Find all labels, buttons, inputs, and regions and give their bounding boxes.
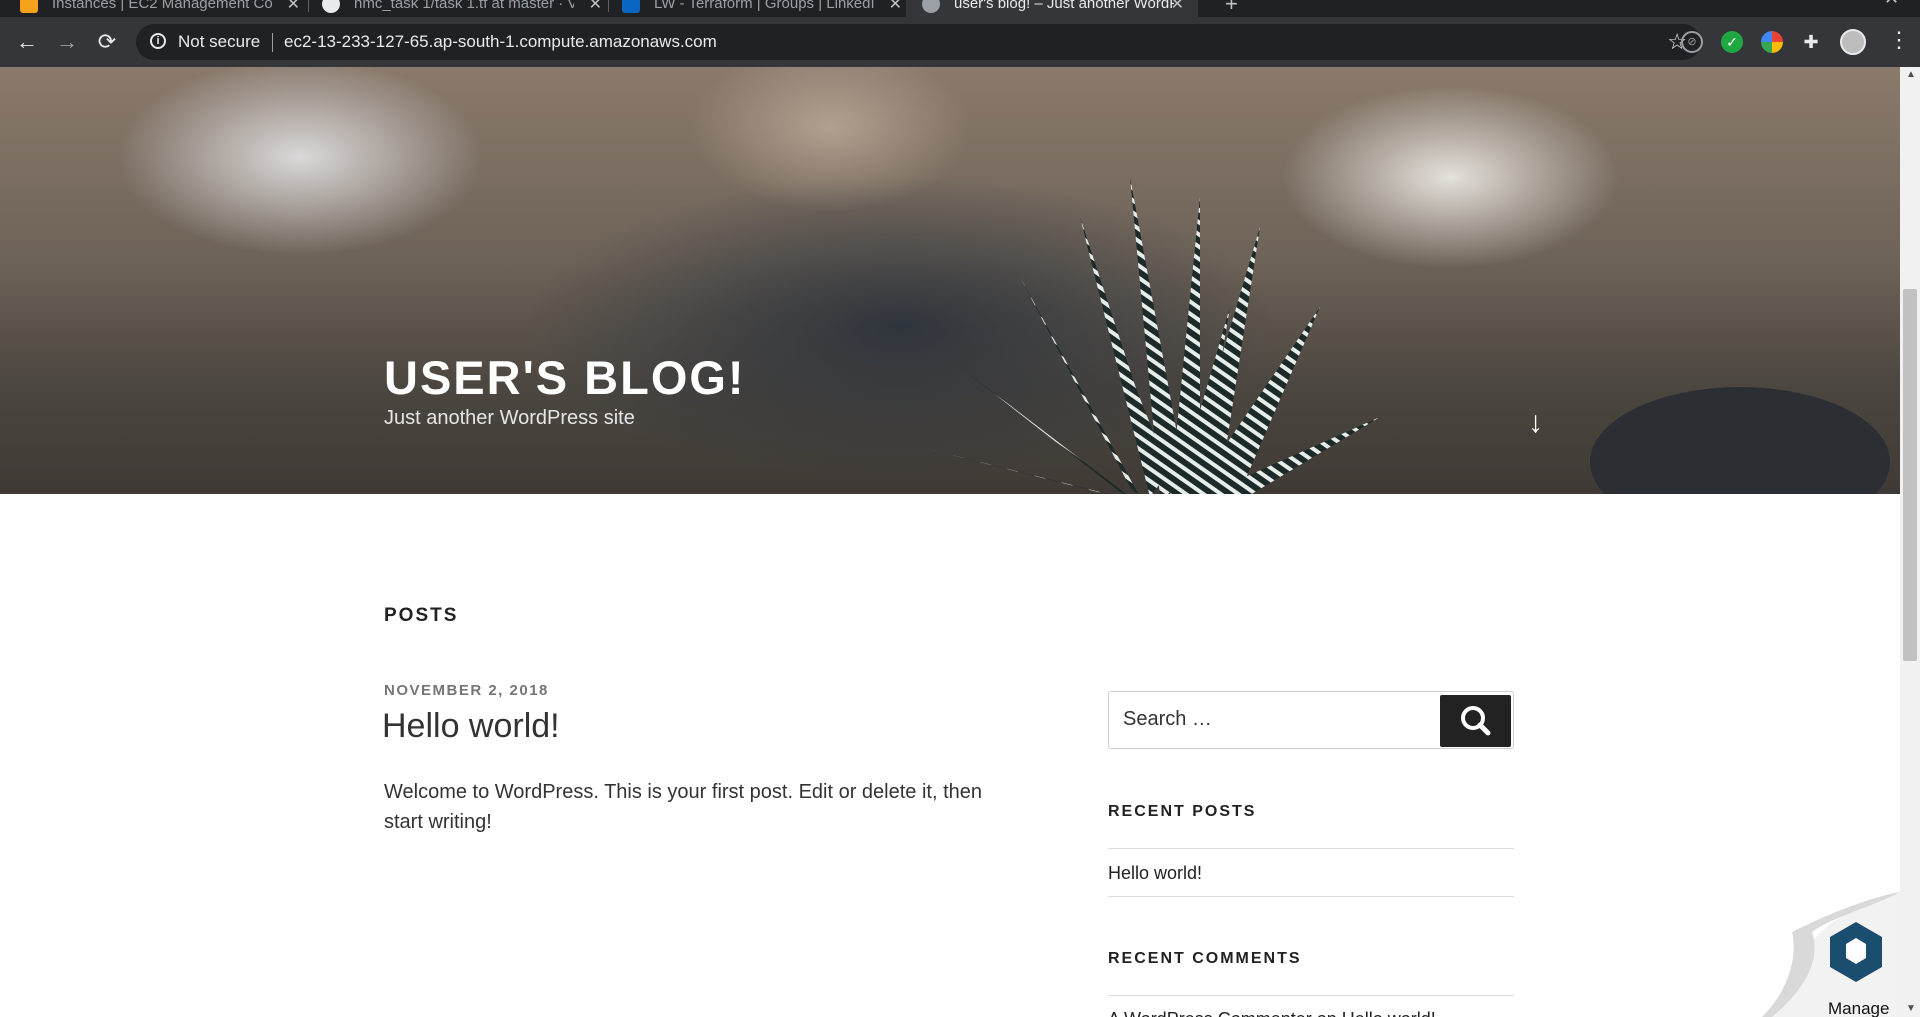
browser-toolbar: ← → ⟳ i Not secure ec2-13-233-127-65.ap-… xyxy=(0,17,1920,67)
tab-separator xyxy=(308,0,309,12)
address-bar[interactable]: i Not secure ec2-13-233-127-65.ap-south-… xyxy=(136,24,1701,60)
extension-color-icon[interactable] xyxy=(1761,31,1783,53)
forward-button[interactable]: → xyxy=(52,27,82,57)
github-icon xyxy=(322,0,340,13)
security-status[interactable]: Not secure xyxy=(178,32,260,52)
divider xyxy=(1108,848,1514,849)
new-tab-button[interactable]: + xyxy=(1225,0,1238,17)
back-button[interactable]: ← xyxy=(12,27,42,57)
page-scrollbar[interactable]: ▲ ▼ xyxy=(1900,67,1920,1017)
header-image: USER'S BLOG! Just another WordPress site… xyxy=(0,67,1900,494)
recent-comment[interactable]: A WordPress Commenter on Hello world! xyxy=(1108,1009,1436,1017)
tab-separator xyxy=(608,0,609,12)
tab-wordpress[interactable]: user's blog! – Just another WordPress si… xyxy=(906,0,1198,17)
search-button[interactable] xyxy=(1440,695,1511,747)
linkedin-icon xyxy=(622,0,640,13)
manage-label[interactable]: Manage xyxy=(1828,999,1889,1017)
tab-github[interactable]: hmc_task 1/task 1.tf at master · Vimal ✕ xyxy=(322,0,602,17)
post-date[interactable]: NOVEMBER 2, 2018 xyxy=(384,682,549,699)
tab-title: user's blog! – Just another WordPress si… xyxy=(954,0,1174,12)
tab-title: hmc_task 1/task 1.tf at master · Vimal xyxy=(354,0,574,12)
recent-comments-heading: RECENT COMMENTS xyxy=(1108,950,1302,967)
globe-icon xyxy=(922,0,940,13)
tab-strip: Instances | EC2 Management Console ✕ hmc… xyxy=(0,0,1920,17)
search-input[interactable] xyxy=(1123,708,1423,731)
divider xyxy=(272,33,273,52)
extension-sync-icon[interactable]: ⊘ xyxy=(1681,31,1703,53)
divider xyxy=(1108,995,1514,996)
tab-linkedin[interactable]: LW - Terraform | Groups | LinkedIn ✕ xyxy=(622,0,902,17)
tab-title: LW - Terraform | Groups | LinkedIn xyxy=(654,0,874,12)
plant-pot xyxy=(1590,387,1890,494)
post-title[interactable]: Hello world! xyxy=(382,707,560,746)
divider xyxy=(1108,896,1514,897)
info-icon[interactable]: i xyxy=(150,33,166,49)
tab-title: Instances | EC2 Management Console xyxy=(52,0,272,12)
site-title[interactable]: USER'S BLOG! xyxy=(384,350,746,405)
tab-ec2[interactable]: Instances | EC2 Management Console ✕ xyxy=(20,0,300,17)
plant-illustration xyxy=(920,177,1380,494)
page-viewport: USER'S BLOG! Just another WordPress site… xyxy=(0,67,1900,1017)
extension-check-icon[interactable]: ✓ xyxy=(1721,31,1743,53)
close-icon[interactable]: ✕ xyxy=(1171,0,1184,14)
scroll-up-arrow-icon[interactable]: ▲ xyxy=(1906,69,1916,80)
recent-posts-heading: RECENT POSTS xyxy=(1108,803,1257,820)
post-excerpt: Welcome to WordPress. This is your first… xyxy=(384,781,983,833)
arrow-down-icon[interactable]: ↓ xyxy=(1528,406,1543,440)
profile-avatar[interactable] xyxy=(1840,29,1866,55)
scrollbar-thumb[interactable] xyxy=(1903,289,1917,661)
extensions-puzzle-icon[interactable]: ✚ xyxy=(1800,31,1822,53)
close-icon[interactable]: ✕ xyxy=(589,0,602,14)
aws-icon xyxy=(20,0,38,13)
close-icon[interactable]: ✕ xyxy=(889,0,902,14)
reload-button[interactable]: ⟳ xyxy=(92,27,122,57)
scroll-down-arrow-icon[interactable]: ▼ xyxy=(1906,1003,1916,1014)
menu-kebab-icon[interactable]: ⋮ xyxy=(1888,27,1910,53)
minimize-icon[interactable]: – xyxy=(1826,0,1836,9)
recent-post-link[interactable]: Hello world! xyxy=(1108,863,1202,884)
url-text[interactable]: ec2-13-233-127-65.ap-south-1.compute.ama… xyxy=(284,32,717,52)
search-icon xyxy=(1461,706,1491,736)
site-description: Just another WordPress site xyxy=(384,407,635,429)
close-icon[interactable]: ✕ xyxy=(287,0,300,14)
close-window-icon[interactable]: ✕ xyxy=(1884,0,1899,9)
posts-heading: POSTS xyxy=(384,605,459,626)
